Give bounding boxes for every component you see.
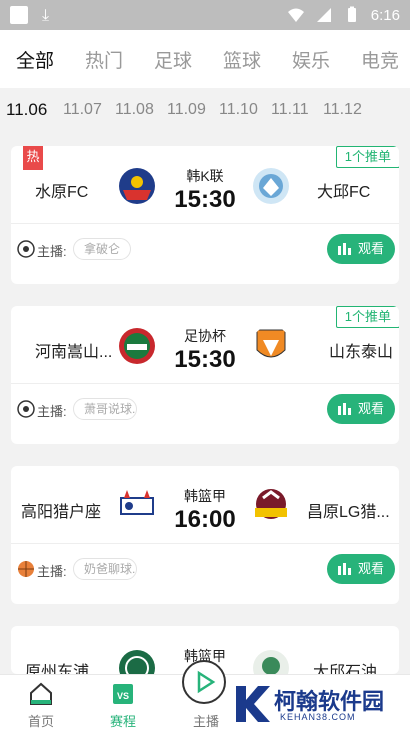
watermark: 柯翰软件园 KEHAN38.COM: [232, 682, 410, 726]
home-team-name: 原州东浦...: [25, 664, 103, 674]
home-team-name: 高阳猎户座: [21, 504, 102, 521]
tab-hot[interactable]: 热门: [85, 46, 123, 73]
home-team-logo: [119, 168, 155, 204]
league-name: 足协杯: [184, 328, 226, 344]
match-time: 15:30: [174, 346, 236, 373]
category-tabs: 全部 热门 足球 篮球 娱乐 电竞: [0, 30, 410, 88]
tab-esports[interactable]: 电竞: [361, 46, 399, 73]
soccer-ball-icon: [17, 240, 35, 258]
home-icon: [30, 682, 52, 705]
schedule-vs-icon: VS: [113, 684, 133, 704]
away-team-name: 昌原LG猎...: [307, 504, 390, 521]
tab-all[interactable]: 全部: [16, 46, 54, 73]
away-team-logo: [256, 329, 286, 358]
anchor-label: 主播:: [37, 564, 67, 579]
match-time: 16:00: [174, 506, 236, 533]
nav-anchor-label: 主播: [192, 714, 219, 729]
signal-icon: [316, 8, 331, 22]
play-icon[interactable]: [182, 660, 226, 704]
anchor-name[interactable]: 拿破仑: [73, 238, 132, 260]
watch-label: 观看: [358, 561, 385, 576]
date-tab[interactable]: 11.11: [271, 101, 309, 119]
download-icon: ⤓: [42, 5, 50, 24]
nav-home-label: 首页: [27, 714, 54, 729]
home-team-logo: [119, 650, 155, 674]
watch-button[interactable]: 观看: [327, 554, 395, 584]
anchor-label: 主播:: [37, 244, 67, 259]
tip-badge[interactable]: 1个推单: [335, 306, 399, 328]
tab-entertainment[interactable]: 娱乐: [292, 46, 330, 73]
watermark-url: KEHAN38.COM: [280, 712, 356, 722]
away-team-name: 山东泰山: [329, 344, 394, 361]
tab-basketball[interactable]: 篮球: [223, 46, 261, 73]
basketball-icon: [18, 561, 34, 577]
soccer-ball-icon: [17, 400, 35, 418]
date-tab[interactable]: 11.10: [219, 101, 258, 119]
date-tab[interactable]: 11.06: [6, 100, 47, 120]
away-team-logo: [253, 650, 289, 674]
tip-badge[interactable]: 1个推单: [335, 146, 399, 168]
wifi-icon: [287, 8, 304, 22]
bar-chart-icon: [338, 403, 351, 415]
svg-text:VS: VS: [117, 691, 129, 701]
notification-icon: [10, 6, 28, 24]
league-name: 韩K联: [186, 168, 224, 184]
nav-schedule[interactable]: VS 赛程: [93, 675, 153, 730]
home-team-logo: [119, 328, 155, 364]
watch-label: 观看: [358, 241, 385, 256]
away-team-logo: [253, 168, 289, 204]
status-bar: ⤓ 6:16: [0, 0, 410, 30]
match-time: 15:30: [174, 186, 236, 213]
watermark-logo-icon: [236, 686, 270, 722]
away-team-name: 大邱石油...: [313, 664, 391, 674]
date-tabs: 11.06 11.07 11.08 11.09 11.10 11.11 11.1…: [0, 88, 410, 132]
away-team-logo: [255, 489, 287, 519]
date-tab[interactable]: 11.07: [63, 101, 102, 119]
battery-icon: [347, 6, 356, 22]
league-name: 韩篮甲: [184, 488, 226, 504]
status-time: 6:16: [370, 6, 400, 24]
date-tab[interactable]: 11.12: [323, 101, 362, 119]
match-card[interactable]: 高阳猎户座 韩篮甲 16:00 昌原LG猎... 主播: 奶爸聊球... 观看: [11, 466, 399, 604]
anchor-name[interactable]: 萧哥说球...: [73, 398, 137, 420]
bar-chart-icon: [338, 243, 351, 255]
nav-home[interactable]: 首页: [11, 675, 71, 730]
anchor-name[interactable]: 奶爸聊球...: [73, 558, 137, 580]
away-team-name: 大邱FC: [317, 184, 371, 201]
match-card[interactable]: 热 1个推单 水原FC 韩K联 15:30 大邱FC 主播: 拿破仑 观看: [11, 146, 399, 284]
watch-label: 观看: [358, 401, 385, 416]
date-tab[interactable]: 11.08: [115, 101, 154, 119]
bar-chart-icon: [338, 563, 351, 575]
watch-button[interactable]: 观看: [327, 234, 395, 264]
match-card[interactable]: 1个推单 河南嵩山... 足协杯 15:30 山东泰山 主播: 萧哥说球... …: [11, 306, 399, 444]
home-team-name: 河南嵩山...: [35, 344, 113, 361]
nav-schedule-label: 赛程: [109, 714, 136, 729]
watch-button[interactable]: 观看: [327, 394, 395, 424]
anchor-label: 主播:: [37, 404, 67, 419]
date-tab[interactable]: 11.09: [167, 101, 206, 119]
home-team-name: 水原FC: [35, 184, 89, 201]
tab-football[interactable]: 足球: [154, 46, 192, 73]
home-team-logo: [120, 490, 154, 515]
play-triangle-icon: [197, 670, 216, 694]
hot-tag: 热: [23, 146, 43, 170]
